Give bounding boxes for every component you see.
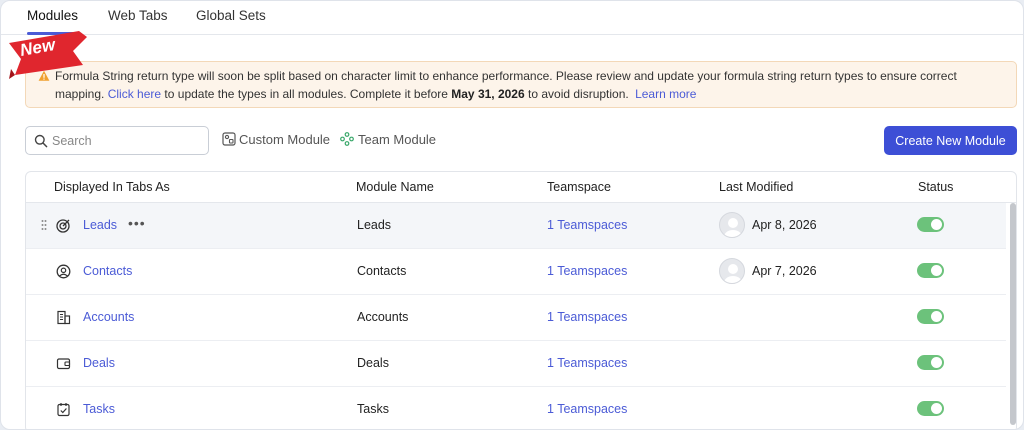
more-options-icon[interactable]: ••• xyxy=(128,215,146,231)
table-scrollbar[interactable] xyxy=(1008,203,1016,429)
tab-label-leads[interactable]: Leads xyxy=(83,218,117,232)
create-new-module-button[interactable]: Create New Module xyxy=(884,126,1017,155)
team-module-icon xyxy=(340,132,354,146)
click-here-link[interactable]: Click here xyxy=(108,87,161,101)
table-header: Displayed In Tabs As Module Name Teamspa… xyxy=(26,172,1016,203)
table-row[interactable]: Tasks Tasks 1 Teamspaces xyxy=(26,387,1006,429)
tab-label-accounts[interactable]: Accounts xyxy=(83,310,134,324)
alert-deadline: May 31, 2026 xyxy=(451,87,525,101)
formula-warning-banner: Formula String return type will soon be … xyxy=(25,61,1017,108)
avatar xyxy=(719,212,745,238)
learn-more-link[interactable]: Learn more xyxy=(635,87,696,101)
header-module-name: Module Name xyxy=(356,180,434,194)
building-icon xyxy=(57,310,71,325)
header-displayed-in-tabs: Displayed In Tabs As xyxy=(54,180,170,194)
toggle-knob xyxy=(931,403,942,414)
status-toggle-accounts[interactable] xyxy=(917,309,944,324)
custom-module-link[interactable]: Custom Module xyxy=(239,132,330,147)
scrollbar-thumb[interactable] xyxy=(1010,203,1016,425)
status-toggle-leads[interactable] xyxy=(917,217,944,232)
teamspace-link-tasks[interactable]: 1 Teamspaces xyxy=(547,402,627,416)
tab-modules[interactable]: Modules xyxy=(27,8,78,23)
toggle-knob xyxy=(931,357,942,368)
module-name-leads: Leads xyxy=(357,218,392,232)
table-row[interactable]: Contacts Contacts 1 Teamspaces Apr 7, 20… xyxy=(26,249,1006,295)
tab-label-deals[interactable]: Deals xyxy=(83,356,115,370)
alert-text-after: to avoid disruption. xyxy=(528,87,629,101)
custom-module-icon xyxy=(222,132,236,146)
header-teamspace: Teamspace xyxy=(547,180,611,194)
teamspace-link-contacts[interactable]: 1 Teamspaces xyxy=(547,264,627,278)
search-box xyxy=(25,126,209,155)
modules-table: Displayed In Tabs As Module Name Teamspa… xyxy=(25,171,1017,429)
tab-bar: Modules Web Tabs Global Sets xyxy=(1,1,1023,35)
user-avatar-icon xyxy=(724,218,742,237)
drag-handle-icon[interactable] xyxy=(41,219,47,231)
tab-web-tabs[interactable]: Web Tabs xyxy=(108,8,168,23)
tab-global-sets[interactable]: Global Sets xyxy=(196,8,266,23)
table-row[interactable]: Leads ••• Leads 1 Teamspaces Apr 8, 2026 xyxy=(26,203,1006,249)
new-badge: New xyxy=(7,29,91,81)
target-icon xyxy=(56,219,70,233)
modules-settings-panel: Modules Web Tabs Global Sets New Formula… xyxy=(0,0,1024,430)
module-name-contacts: Contacts xyxy=(357,264,407,278)
status-toggle-deals[interactable] xyxy=(917,355,944,370)
toggle-knob xyxy=(931,311,942,322)
contact-icon xyxy=(56,264,71,279)
teamspace-link-leads[interactable]: 1 Teamspaces xyxy=(547,218,627,232)
toggle-knob xyxy=(931,265,942,276)
table-row[interactable]: Accounts Accounts 1 Teamspaces xyxy=(26,295,1006,341)
table-row[interactable]: Deals Deals 1 Teamspaces xyxy=(26,341,1006,387)
alert-text-mid: to update the types in all modules. Comp… xyxy=(164,87,448,101)
avatar xyxy=(719,258,745,284)
status-toggle-tasks[interactable] xyxy=(917,401,944,416)
last-modified-leads: Apr 8, 2026 xyxy=(752,218,817,232)
header-status: Status xyxy=(918,180,954,194)
toggle-knob xyxy=(931,219,942,230)
status-toggle-contacts[interactable] xyxy=(917,263,944,278)
tab-label-contacts[interactable]: Contacts xyxy=(83,264,132,278)
search-icon xyxy=(34,134,48,148)
wallet-icon xyxy=(56,358,71,370)
teamspace-link-accounts[interactable]: 1 Teamspaces xyxy=(547,310,627,324)
teamspace-link-deals[interactable]: 1 Teamspaces xyxy=(547,356,627,370)
module-name-accounts: Accounts xyxy=(357,310,409,324)
module-name-tasks: Tasks xyxy=(357,402,389,416)
search-input[interactable] xyxy=(52,132,202,150)
team-module-link[interactable]: Team Module xyxy=(358,132,436,147)
user-avatar-icon xyxy=(724,264,742,283)
header-last-modified: Last Modified xyxy=(719,180,794,194)
module-name-deals: Deals xyxy=(357,356,389,370)
last-modified-contacts: Apr 7, 2026 xyxy=(752,264,817,278)
task-icon xyxy=(57,403,70,417)
tab-label-tasks[interactable]: Tasks xyxy=(83,402,115,416)
